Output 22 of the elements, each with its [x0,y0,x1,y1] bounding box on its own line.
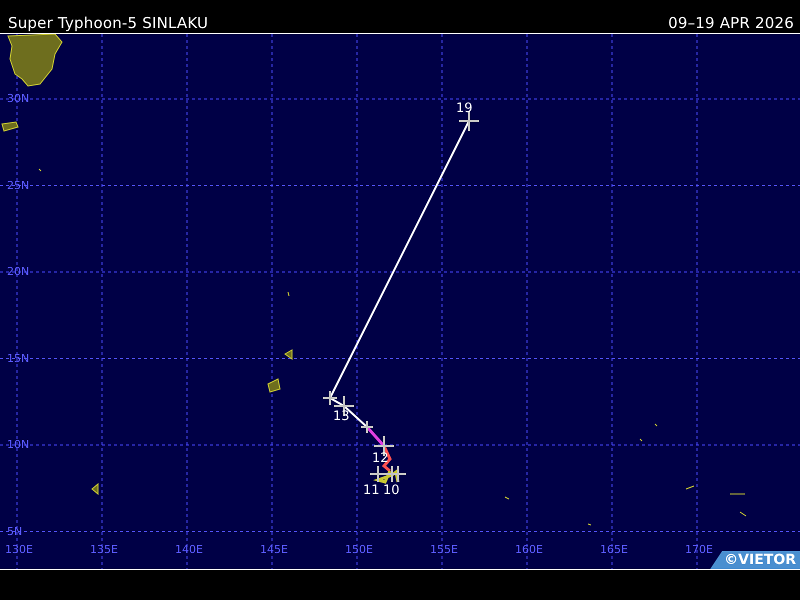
longitude-label: 130E [5,544,33,556]
longitude-label: 155E [430,544,458,556]
latitude-label: 15N [7,352,30,364]
longitude-label: 135E [90,544,118,556]
date-range: 09–19 APR 2026 [668,14,794,32]
latitude-label: 10N [7,439,30,451]
storm-title: Super Typhoon-5 SINLAKU [8,14,208,32]
copyright-badge: ©VIETOR [710,551,800,569]
longitude-label: 145E [260,544,288,556]
latitude-label: 20N [7,266,30,278]
day-label: 19 [456,102,473,116]
day-label: 13 [333,410,350,424]
latitude-label: 30N [7,93,30,105]
longitude-label: 140E [175,544,203,556]
day-label: 12 [372,452,389,466]
day-label: 11 [363,484,380,498]
longitude-label: 165E [600,544,628,556]
day-label: 10 [383,484,400,498]
longitude-label: 160E [515,544,543,556]
longitude-label: 150E [345,544,373,556]
latitude-label: 25N [7,180,30,192]
longitude-label: 170E [685,544,713,556]
